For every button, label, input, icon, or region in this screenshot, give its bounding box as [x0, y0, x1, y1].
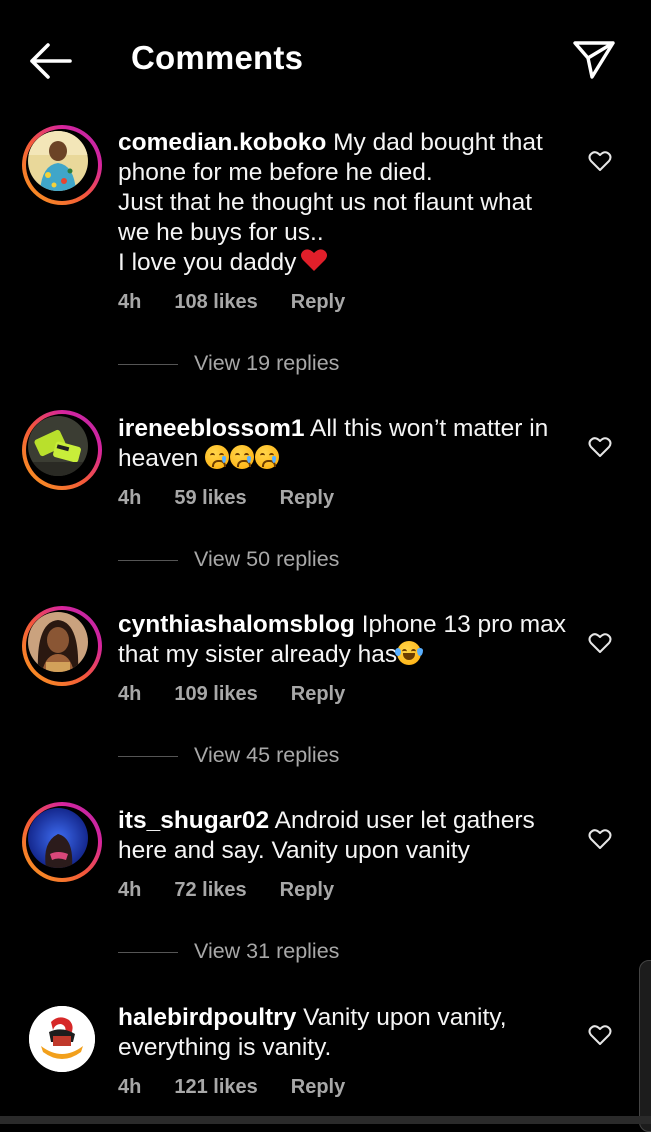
back-button[interactable] — [26, 40, 76, 82]
comment-time: 4h — [118, 879, 142, 901]
reply-button[interactable]: Reply — [280, 487, 334, 509]
view-replies-button[interactable]: View 50 replies — [118, 546, 418, 576]
comment-text: that my sister already has — [118, 641, 398, 668]
comment-text: phone for me before he died. — [118, 159, 433, 186]
comment-text: Just that he thought us not flaunt what — [118, 189, 533, 216]
comment-text: here and say. Vanity upon vanity — [118, 837, 470, 864]
comment-body: comedian.koboko My dad bought that phone… — [118, 128, 570, 280]
avatar[interactable] — [22, 802, 102, 882]
like-heart-icon[interactable] — [588, 150, 612, 172]
bottom-edge — [0, 1116, 651, 1124]
avatar[interactable] — [22, 410, 102, 490]
paper-plane-icon — [573, 41, 615, 79]
view-replies-label: View 45 replies — [194, 743, 340, 767]
view-replies-button[interactable]: View 19 replies — [118, 350, 418, 380]
comment-text: Iphone 13 pro max — [361, 611, 567, 638]
like-heart-icon[interactable] — [588, 828, 612, 850]
arrow-left-icon — [30, 43, 72, 79]
comment-text: we he buys for us.. — [118, 219, 324, 246]
comment-body: cynthiashalomsblog Iphone 13 pro max tha… — [118, 610, 570, 670]
tears-of-joy-emoji-icon — [395, 641, 424, 665]
divider — [118, 756, 178, 757]
like-heart-icon[interactable] — [588, 436, 612, 458]
comment-text: heaven — [118, 445, 199, 472]
comment-username[interactable]: its_shugar02 — [118, 807, 269, 834]
share-button[interactable] — [572, 38, 616, 82]
comment-likes[interactable]: 121 likes — [174, 1076, 257, 1098]
comment-text: All this won’t matter in — [310, 415, 549, 442]
view-replies-button[interactable]: View 31 replies — [118, 938, 418, 968]
view-replies-label: View 19 replies — [194, 351, 340, 375]
comment-likes[interactable]: 108 likes — [174, 291, 257, 313]
comment-username[interactable]: ireneeblossom1 — [118, 415, 305, 442]
comment-text: I love you daddy — [118, 249, 297, 276]
comment-text: My dad bought that — [333, 129, 543, 156]
comment-time: 4h — [118, 291, 142, 313]
comment-meta: 4h 59 likes Reply — [118, 487, 367, 510]
crying-face-emoji-icon — [255, 445, 280, 469]
comment-body: halebirdpoultry Vanity upon vanity, ever… — [118, 1003, 570, 1063]
red-heart-emoji-icon — [300, 248, 328, 280]
comment-text: Vanity upon vanity, — [303, 1004, 507, 1031]
reply-button[interactable]: Reply — [291, 683, 345, 705]
comment-meta: 4h 121 likes Reply — [118, 1076, 378, 1099]
view-replies-button[interactable]: View 45 replies — [118, 742, 418, 772]
comment-username[interactable]: cynthiashalomsblog — [118, 611, 355, 638]
comment-username[interactable]: comedian.koboko — [118, 129, 326, 156]
comment-text: Android user let gathers — [274, 807, 535, 834]
divider — [118, 560, 178, 561]
comment-meta: 4h 109 likes Reply — [118, 683, 378, 706]
divider — [118, 952, 178, 953]
comment-likes[interactable]: 109 likes — [174, 683, 257, 705]
reply-button[interactable]: Reply — [291, 291, 345, 313]
like-heart-icon[interactable] — [588, 632, 612, 654]
avatar[interactable] — [29, 1006, 95, 1072]
avatar[interactable] — [22, 125, 102, 205]
avatar[interactable] — [22, 606, 102, 686]
reply-button[interactable]: Reply — [291, 1076, 345, 1098]
view-replies-label: View 31 replies — [194, 939, 340, 963]
scroll-handle[interactable] — [639, 960, 651, 1132]
crying-face-emoji-icon — [230, 445, 255, 469]
comment-likes[interactable]: 59 likes — [174, 487, 246, 509]
comment-meta: 4h 108 likes Reply — [118, 291, 378, 314]
comment-body: ireneeblossom1 All this won’t matter in … — [118, 414, 570, 474]
comment-likes[interactable]: 72 likes — [174, 879, 246, 901]
comment-time: 4h — [118, 683, 142, 705]
comments-header: Comments — [0, 0, 651, 118]
view-replies-label: View 50 replies — [194, 547, 340, 571]
reply-button[interactable]: Reply — [280, 879, 334, 901]
comment-body: its_shugar02 Android user let gathers he… — [118, 806, 570, 866]
page-title: Comments — [131, 39, 304, 76]
comment-text: everything is vanity. — [118, 1034, 332, 1061]
comment-username[interactable]: halebirdpoultry — [118, 1004, 296, 1031]
comment-time: 4h — [118, 1076, 142, 1098]
comment-meta: 4h 72 likes Reply — [118, 879, 367, 902]
divider — [118, 364, 178, 365]
crying-face-emoji-icon — [205, 445, 230, 469]
comment-time: 4h — [118, 487, 142, 509]
like-heart-icon[interactable] — [588, 1024, 612, 1046]
